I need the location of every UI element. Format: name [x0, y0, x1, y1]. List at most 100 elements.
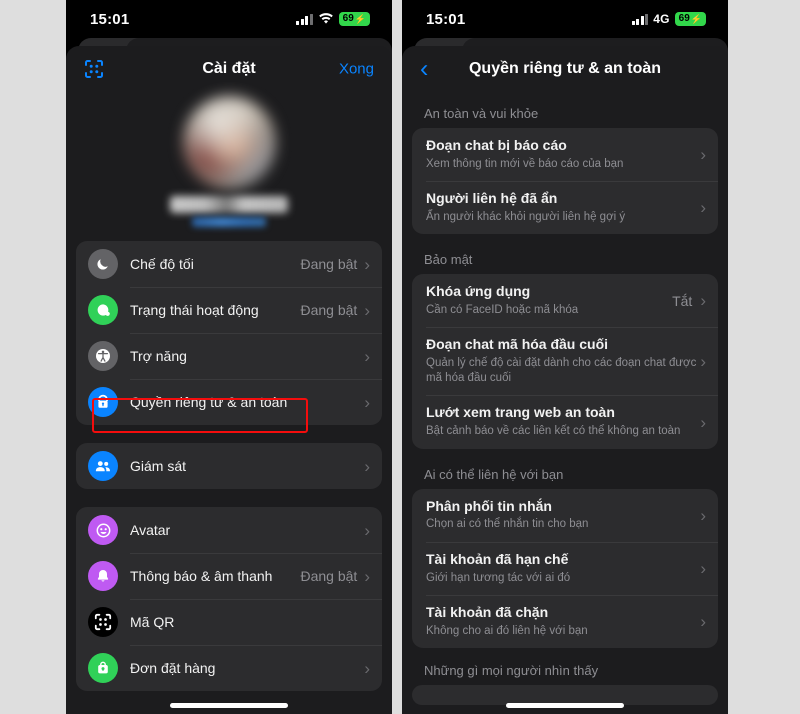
list-item-label: Quyền riêng tư & an toàn: [130, 394, 288, 410]
list-item-label: Avatar: [130, 522, 171, 538]
settings-group-supervision: Giám sát ›: [76, 443, 382, 489]
chevron-right-icon: ›: [700, 198, 706, 218]
section-safety-wellbeing: Đoạn chat bị báo cáo Xem thông tin mới v…: [412, 128, 718, 235]
status-time: 15:01: [426, 10, 466, 28]
list-item[interactable]: Phân phối tin nhắn Chọn ai có thể nhắn t…: [412, 489, 718, 542]
battery-icon: 69 ⚡: [338, 12, 370, 26]
chevron-right-icon: ›: [700, 351, 706, 371]
right-nav-bar: ‹ Quyền riêng tư & an toàn: [402, 46, 728, 91]
done-button[interactable]: Xong: [339, 60, 374, 77]
list-item-title: Đoạn chat bị báo cáo: [426, 137, 567, 153]
chevron-left-icon[interactable]: ‹: [420, 56, 428, 81]
moon-icon: [88, 249, 118, 279]
accessibility-icon: [88, 341, 118, 371]
profile-name: [170, 196, 288, 213]
qr-code-icon[interactable]: [84, 59, 104, 79]
list-item-title: Tài khoản đã hạn chế: [426, 550, 569, 567]
list-item-label: Mã QR: [130, 614, 175, 630]
shopping-bag-icon: [88, 653, 118, 683]
list-item-value: Đang bật: [300, 256, 358, 272]
list-item-value: Đang bật: [300, 568, 358, 584]
settings-group-account: Avatar › Thông báo & âm thanh Đang bật ›: [76, 507, 382, 691]
list-item-subtitle: Xem thông tin mới về báo cáo của bạn: [426, 157, 624, 170]
list-item[interactable]: Chế độ tối Đang bật ›: [76, 241, 382, 287]
wifi-icon: [318, 13, 334, 25]
list-item[interactable]: Tài khoản đã hạn chế Giới hạn tương tác …: [412, 541, 718, 595]
list-item[interactable]: Đơn đặt hàng ›: [76, 645, 382, 691]
list-item[interactable]: Giám sát ›: [76, 443, 382, 489]
battery-level: 69: [678, 13, 690, 24]
list-item[interactable]: Khóa ứng dụng Cần có FaceID hoặc mã khóa…: [412, 274, 718, 327]
bell-icon: [88, 561, 118, 591]
list-item-subtitle: Quản lý chế độ cài đặt dành cho các đoạn…: [426, 357, 697, 385]
profile-username: [192, 217, 266, 227]
right-phone-screen: 15:01 4G 69 ⚡ ‹ Quyền riêng tư & an toàn …: [402, 0, 728, 714]
chevron-right-icon: ›: [364, 392, 370, 412]
list-item[interactable]: Avatar ›: [76, 507, 382, 553]
chevron-right-icon: ›: [700, 412, 706, 432]
page-title: Cài đặt: [202, 59, 256, 77]
section-header: Ai có thể liên hệ với bạn: [424, 466, 564, 482]
chevron-right-icon: ›: [364, 566, 370, 586]
list-item-encrypted-chats[interactable]: Đoạn chat mã hóa đầu cuối Quản lý chế độ…: [412, 327, 718, 395]
list-item-label: Đơn đặt hàng: [130, 660, 216, 676]
page-title: Quyền riêng tư & an toàn: [468, 59, 662, 77]
active-status-icon: [88, 295, 118, 325]
status-indicators: 4G 69 ⚡: [631, 12, 706, 26]
list-item-value: Tắt: [672, 292, 693, 309]
section-header: An toàn và vui khỏe: [424, 106, 539, 121]
settings-group-general: Chế độ tối Đang bật › Trạng thái hoạt độ…: [76, 241, 382, 425]
list-item-label: Trợ năng: [130, 348, 187, 364]
left-status-bar: 15:01 69 ⚡: [66, 0, 392, 38]
chevron-right-icon: ›: [700, 291, 706, 311]
chevron-right-icon: ›: [364, 346, 370, 366]
privacy-safety-sheet: ‹ Quyền riêng tư & an toàn An toàn và vu…: [402, 46, 728, 714]
list-item[interactable]: Tài khoản đã chặn Không cho ai đó liên h…: [412, 594, 718, 648]
list-item-title: Đoạn chat mã hóa đầu cuối: [426, 336, 609, 353]
status-indicators: 69 ⚡: [296, 12, 370, 26]
list-item-title: Phân phối tin nhắn: [426, 497, 552, 514]
list-item-label: Giám sát: [130, 458, 187, 474]
list-item-subtitle: Cần có FaceID hoặc mã khóa: [426, 304, 579, 317]
section-who-can-reach-you: Phân phối tin nhắn Chọn ai có thể nhắn t…: [412, 488, 718, 648]
list-item[interactable]: Mã QR: [76, 599, 382, 645]
section-header: Những gì mọi người nhìn thấy: [424, 662, 599, 678]
home-indicator: [170, 703, 288, 708]
settings-sheet: Cài đặt Xong Chế độ tối Đang bật › Trạng…: [66, 46, 392, 714]
profile-block[interactable]: [66, 91, 392, 227]
chevron-right-icon: ›: [364, 520, 370, 540]
left-phone-screen: 15:01 69 ⚡ Cài đặt Xong Chế độ tối Đang …: [66, 0, 392, 714]
chevron-right-icon: ›: [364, 300, 370, 320]
list-item[interactable]: Đoạn chat bị báo cáo Xem thông tin mới v…: [412, 128, 718, 181]
section-security: Khóa ứng dụng Cần có FaceID hoặc mã khóa…: [412, 274, 718, 449]
battery-icon: 69 ⚡: [674, 12, 706, 26]
list-item[interactable]: Trạng thái hoạt động Đang bật ›: [76, 287, 382, 333]
chevron-right-icon: ›: [364, 456, 370, 476]
list-item-subtitle: Ẩn người khác khỏi người liên hệ gợi ý: [426, 210, 626, 223]
list-item-label: Chế độ tối: [130, 256, 194, 272]
chevron-right-icon: ›: [700, 145, 706, 165]
list-item[interactable]: Lướt xem trang web an toàn Bật cảnh báo …: [412, 395, 718, 448]
cellular-signal-icon: [296, 13, 313, 25]
list-item[interactable]: Người liên hệ đã ẩn Ẩn người khác khỏi n…: [412, 181, 718, 234]
status-time: 15:01: [90, 10, 130, 28]
sidebar-item-privacy-safety[interactable]: Quyền riêng tư & an toàn ›: [76, 379, 382, 425]
chevron-right-icon: ›: [700, 611, 706, 631]
chevron-right-icon: ›: [364, 254, 370, 274]
list-item[interactable]: Thông báo & âm thanh Đang bật ›: [76, 553, 382, 599]
cellular-signal-icon: [631, 13, 649, 25]
chevron-right-icon: ›: [700, 558, 706, 578]
network-type-label: 4G: [653, 12, 670, 26]
list-item-label: Trạng thái hoạt động: [130, 302, 259, 318]
avatar-icon: [88, 515, 118, 545]
chevron-right-icon: ›: [700, 505, 706, 525]
list-item-value: Đang bật: [300, 302, 358, 318]
list-item[interactable]: Trợ năng ›: [76, 333, 382, 379]
list-item-title: Lướt xem trang web an toàn: [426, 404, 615, 421]
privacy-lock-icon: [88, 387, 118, 417]
chevron-right-icon: ›: [364, 658, 370, 678]
avatar[interactable]: [182, 96, 276, 189]
right-status-bar: 15:01 4G 69 ⚡: [402, 0, 728, 38]
qr-code-icon: [88, 607, 118, 637]
section-header: Bảo mật: [424, 252, 473, 268]
